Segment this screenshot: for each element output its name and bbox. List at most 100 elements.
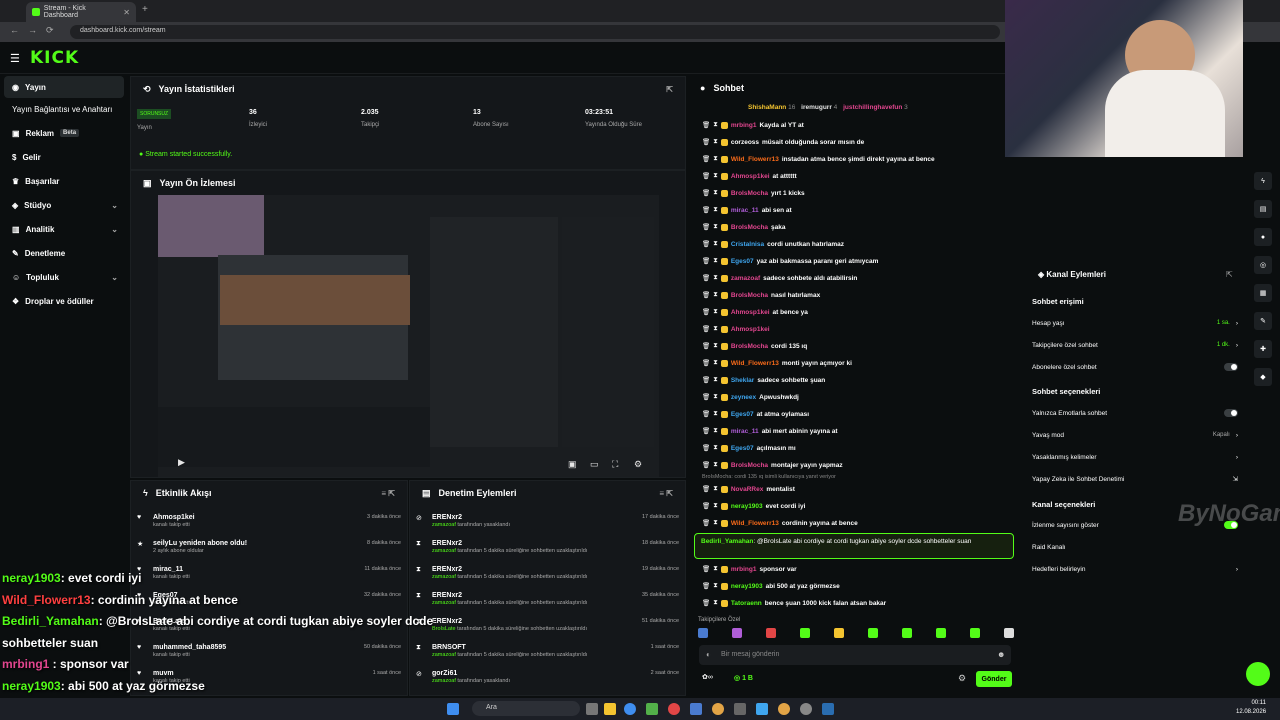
chat-input[interactable]: Bir mesaj gönderin — [699, 645, 1011, 665]
wrench-icon[interactable]: ✎ — [1254, 312, 1272, 330]
timeout-icon[interactable]: ⧗ — [713, 410, 718, 418]
chat-username[interactable]: Tatoraenn — [731, 600, 762, 607]
timeout-icon[interactable]: ⧗ — [713, 393, 718, 401]
delete-icon[interactable]: 🗑︎ — [702, 376, 710, 384]
emote-icon[interactable] — [936, 628, 946, 638]
file-explorer-icon[interactable] — [604, 703, 616, 715]
delete-icon[interactable]: 🗑︎ — [702, 519, 710, 527]
windows-start-icon[interactable] — [447, 703, 459, 715]
chat-username[interactable]: Wild_Flowerr13 — [731, 520, 779, 527]
banned-words-setting[interactable]: Yasaklanmış kelimeler › — [1032, 448, 1238, 466]
chat-username[interactable]: Cristalnisa — [731, 241, 764, 248]
chat-bubble-icon[interactable]: ● — [1254, 228, 1272, 246]
delete-icon[interactable]: 🗑︎ — [702, 325, 710, 333]
delete-icon[interactable]: 🗑︎ — [702, 240, 710, 248]
emote-icon[interactable] — [732, 628, 742, 638]
chat-username[interactable]: Ahmosp1kei — [731, 173, 770, 180]
address-bar[interactable]: dashboard.kick.com/stream — [70, 25, 1000, 39]
task-view-icon[interactable] — [586, 703, 598, 715]
timeout-icon[interactable]: ⧗ — [713, 461, 718, 469]
delete-icon[interactable]: 🗑︎ — [702, 172, 710, 180]
delete-icon[interactable]: 🗑︎ — [702, 138, 710, 146]
obs-icon[interactable] — [800, 703, 812, 715]
back-icon[interactable]: ← — [10, 25, 19, 35]
delete-icon[interactable]: 🗑︎ — [702, 502, 710, 510]
timeout-icon[interactable]: ⧗ — [713, 376, 718, 384]
slow-mode-setting[interactable]: Yavaş mod Kapalı › — [1032, 426, 1238, 444]
stream-preview-video[interactable]: ▶ ▣ ▭ ⛶ ⚙ — [158, 195, 659, 477]
chat-username[interactable]: Eges07 — [731, 445, 754, 452]
delete-icon[interactable]: 🗑︎ — [702, 427, 710, 435]
timeout-icon[interactable]: ⧗ — [713, 274, 718, 282]
chat-footer-icon[interactable]: ✿∞ — [702, 673, 713, 681]
taskbar-search[interactable]: Ara — [472, 701, 580, 716]
sidebar-item-stream-key[interactable]: Yayın Bağlantısı ve Anahtarı — [4, 98, 124, 120]
timeout-icon[interactable]: ⧗ — [713, 291, 718, 299]
chat-username[interactable]: BroIsMocha — [731, 190, 768, 197]
timeout-icon[interactable]: ⧗ — [713, 189, 718, 197]
timeout-icon[interactable]: ⧗ — [713, 342, 718, 350]
puzzle-icon[interactable]: ✚ — [1254, 340, 1272, 358]
kick-logo[interactable]: KICK — [30, 48, 79, 68]
app-icon[interactable] — [690, 703, 702, 715]
emoji-icon[interactable]: ☻ — [997, 650, 1005, 659]
delete-icon[interactable]: 🗑︎ — [702, 461, 710, 469]
sidebar-item-achievements[interactable]: ♛ Başarılar — [4, 170, 124, 192]
chat-support-button[interactable] — [1246, 662, 1270, 686]
delete-icon[interactable]: 🗑︎ — [702, 274, 710, 282]
timeout-icon[interactable]: ⧗ — [713, 582, 718, 590]
delete-icon[interactable]: 🗑︎ — [702, 410, 710, 418]
chat-username[interactable]: Ahmosp1kei — [731, 326, 770, 333]
chat-username[interactable]: Eges07 — [731, 258, 754, 265]
timeout-icon[interactable]: ⧗ — [713, 257, 718, 265]
timeout-icon[interactable]: ⧗ — [713, 138, 718, 146]
emote-icon[interactable] — [1004, 628, 1014, 638]
app-icon[interactable] — [756, 703, 768, 715]
timeout-icon[interactable]: ⧗ — [713, 519, 718, 527]
emote-icon[interactable] — [698, 628, 708, 638]
emote-icon[interactable] — [970, 628, 980, 638]
delete-icon[interactable]: 🗑︎ — [702, 257, 710, 265]
play-icon[interactable]: ▶ — [178, 457, 185, 468]
ai-moderation-setting[interactable]: Yapay Zeka ile Sohbet Denetimi ⇲ — [1032, 470, 1238, 488]
timeout-icon[interactable]: ⧗ — [713, 599, 718, 607]
emote-icon[interactable] — [766, 628, 776, 638]
chat-username[interactable]: mrbing1 — [731, 122, 757, 129]
emote-icon[interactable] — [834, 628, 844, 638]
chat-username[interactable]: mirac_11 — [731, 428, 759, 435]
forward-icon[interactable]: → — [28, 25, 37, 35]
chat-username[interactable]: mrbing1 — [731, 566, 757, 573]
chat-username[interactable]: BroIsMocha — [731, 292, 768, 299]
chat-username[interactable]: corzeoss — [731, 139, 759, 146]
chat-username[interactable]: zamazoaf — [731, 275, 760, 282]
chat-username[interactable]: zeyneex — [731, 394, 756, 401]
subs-only-toggle[interactable] — [1224, 363, 1238, 371]
delete-icon[interactable]: 🗑︎ — [702, 155, 710, 163]
diamond-icon[interactable]: ◆ — [1254, 368, 1272, 386]
timeout-icon[interactable]: ⧗ — [713, 223, 718, 231]
chat-username[interactable]: Wild_Flowerr13 — [731, 156, 779, 163]
delete-icon[interactable]: 🗑︎ — [702, 291, 710, 299]
raid-channel-setting[interactable]: Raid Kanalı — [1032, 538, 1238, 556]
delete-icon[interactable]: 🗑︎ — [702, 444, 710, 452]
goals-setting[interactable]: Hedefleri belirleyin › — [1032, 560, 1238, 578]
delete-icon[interactable]: 🗑︎ — [702, 121, 710, 129]
timeout-icon[interactable]: ⧗ — [713, 121, 718, 129]
broadcast-icon[interactable]: ◎ — [1254, 256, 1272, 274]
send-button[interactable]: Gönder — [976, 671, 1012, 687]
emote-icon[interactable] — [868, 628, 878, 638]
theater-icon[interactable]: ▭ — [590, 459, 599, 470]
pip-icon[interactable]: ▣ — [568, 459, 577, 470]
delete-icon[interactable]: 🗑︎ — [702, 565, 710, 573]
chat-username[interactable]: neray1903 — [731, 503, 763, 510]
delete-icon[interactable]: 🗑︎ — [702, 342, 710, 350]
new-tab-button[interactable]: + — [142, 4, 148, 15]
delete-icon[interactable]: 🗑︎ — [702, 359, 710, 367]
timeout-icon[interactable]: ⧗ — [713, 565, 718, 573]
delete-icon[interactable]: 🗑︎ — [702, 599, 710, 607]
chat-settings-icon[interactable]: ⚙ — [958, 673, 966, 684]
chrome-icon[interactable] — [712, 703, 724, 715]
hamburger-menu-icon[interactable]: ☰ — [10, 52, 20, 65]
sidebar-item-revenue[interactable]: $ Gelir — [4, 146, 124, 168]
chat-username[interactable]: BroIsMocha — [731, 462, 768, 469]
